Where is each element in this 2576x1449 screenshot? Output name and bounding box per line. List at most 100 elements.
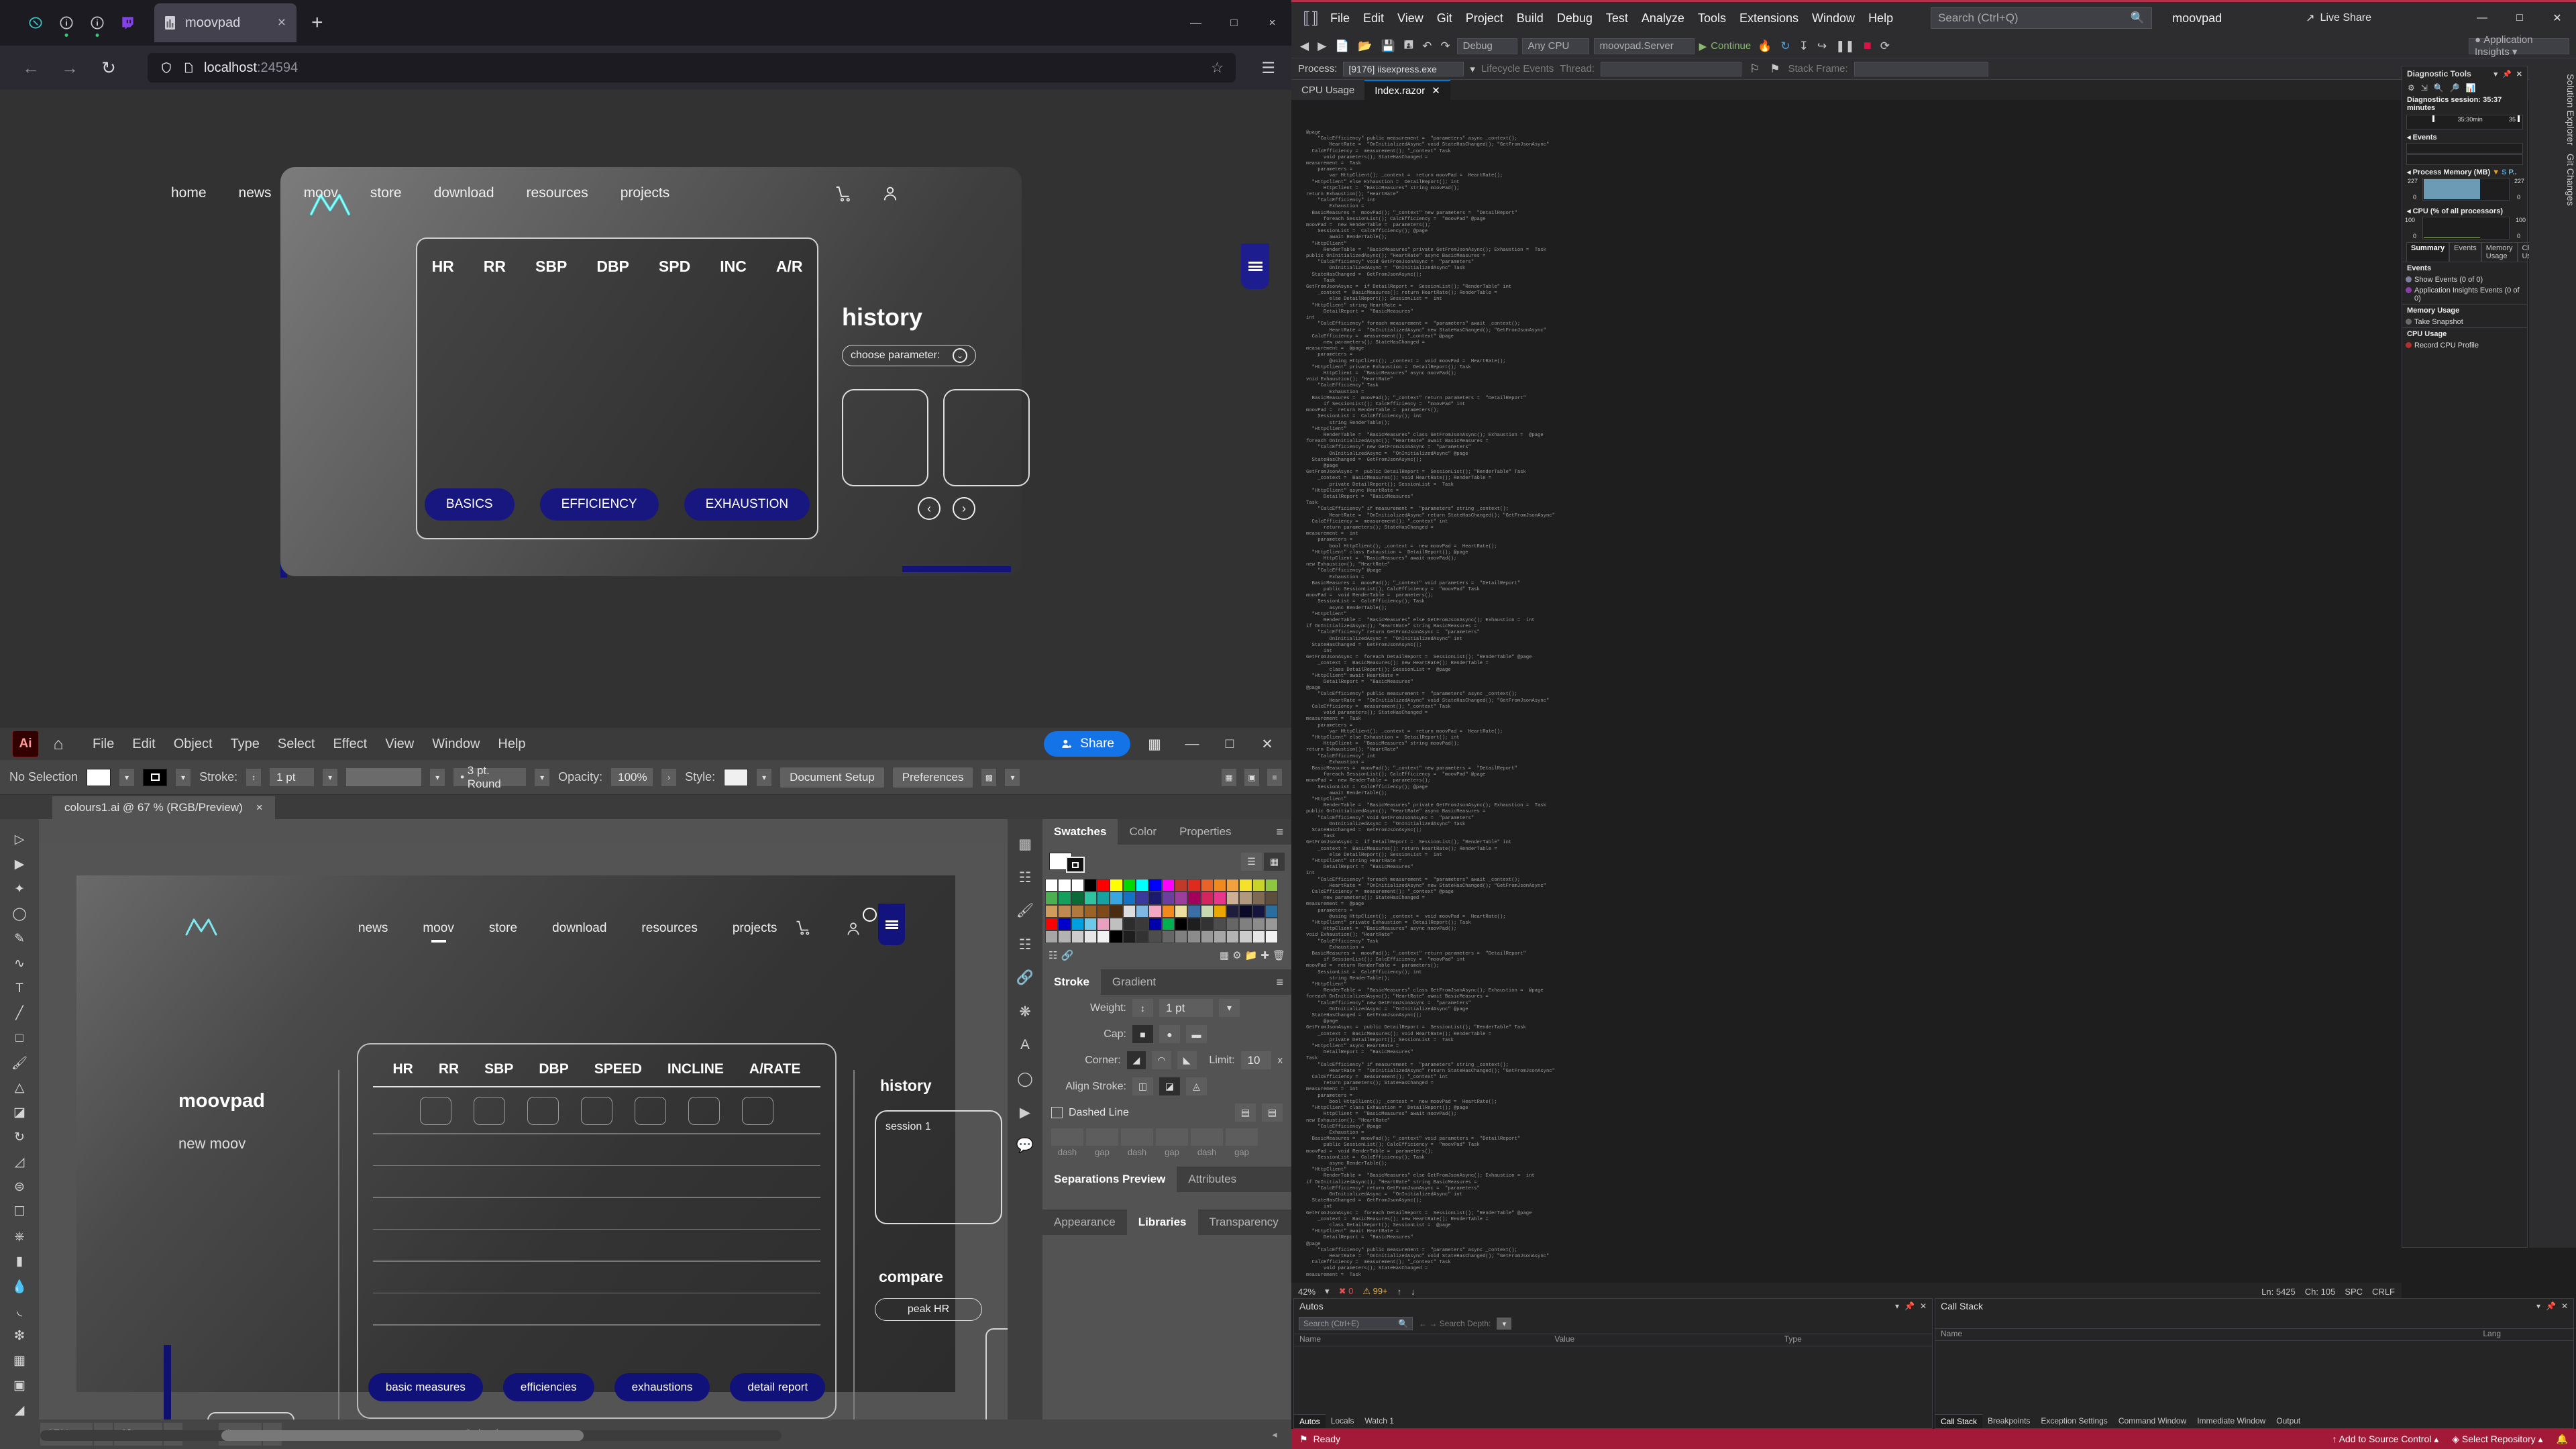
twitch-icon[interactable] — [119, 14, 137, 32]
application-insights-select[interactable]: ● Application Insights ▾ — [2469, 34, 2569, 58]
vs-maximize-button[interactable]: □ — [2501, 2, 2538, 34]
reload-icon[interactable]: ↻ — [94, 53, 123, 83]
tab-color[interactable]: Color — [1118, 819, 1168, 845]
browser-menu-icon[interactable]: ☰ — [1261, 59, 1275, 77]
stroke-dropdown-icon[interactable]: ▾ — [176, 768, 191, 786]
color-swatch[interactable] — [1265, 892, 1279, 905]
tool-curvature[interactable]: ∿ — [0, 951, 39, 976]
vs-tab-cpu-usage[interactable]: CPU Usage — [1291, 80, 1365, 100]
color-swatch[interactable] — [1122, 917, 1136, 931]
diag-tab-memory-usage[interactable]: Memory Usage — [2481, 242, 2518, 262]
color-swatch[interactable] — [1226, 892, 1240, 905]
efficiency-button[interactable]: EFFICIENCY — [539, 488, 659, 521]
vs-menu-debug[interactable]: Debug — [1557, 11, 1593, 25]
parameter-select[interactable]: choose parameter: ⌄ — [842, 345, 976, 366]
color-swatch[interactable] — [1148, 879, 1162, 892]
panel-icon-properties[interactable]: ▦ — [1008, 827, 1042, 861]
redo-icon[interactable]: ↷ — [1438, 40, 1452, 53]
scroll-left-icon[interactable]: ◂ — [1266, 1429, 1283, 1440]
panel-icon-brushes[interactable]: 🖌 — [1008, 894, 1042, 928]
restart-icon[interactable]: ↻ — [1778, 40, 1792, 53]
color-swatch[interactable] — [1174, 892, 1188, 905]
user-icon[interactable] — [881, 184, 900, 204]
tool-line[interactable]: ╱ — [0, 1001, 39, 1026]
tab-stroke[interactable]: Stroke — [1042, 969, 1101, 996]
tab-attributes[interactable]: Attributes — [1177, 1167, 1248, 1192]
autos-search-input[interactable]: Search (Ctrl+E) 🔍 — [1299, 1317, 1413, 1330]
tool-symbol-sprayer[interactable]: ❇ — [0, 1324, 39, 1348]
scrollbar-thumb[interactable] — [221, 1430, 584, 1441]
document-setup-button[interactable]: Document Setup — [780, 767, 884, 788]
tool-direct-selection[interactable]: ▶ — [0, 852, 39, 877]
color-swatch[interactable] — [1083, 917, 1097, 931]
cap-round-icon[interactable]: ● — [1159, 1025, 1180, 1044]
navigate-forward-icon[interactable]: ▶ — [1316, 40, 1328, 53]
color-swatch[interactable] — [1252, 879, 1266, 892]
select-repository-button[interactable]: ◈ Select Repository ▴ — [2452, 1434, 2542, 1445]
color-swatch[interactable] — [1239, 917, 1252, 931]
color-swatch[interactable] — [1187, 930, 1201, 944]
panel-icon-layers[interactable]: ☷ — [1008, 928, 1042, 961]
color-swatch[interactable] — [1239, 892, 1252, 905]
tab-swatches[interactable]: Swatches — [1042, 819, 1118, 845]
swatch-grid-view-icon[interactable]: ▦ — [1264, 852, 1285, 871]
color-swatch[interactable] — [1136, 930, 1149, 944]
error-count[interactable]: ✖ 0 — [1339, 1286, 1354, 1297]
color-swatch[interactable] — [1213, 917, 1227, 931]
close-button[interactable]: ✕ — [1254, 736, 1281, 753]
minimize-button[interactable]: — — [1177, 0, 1215, 46]
color-swatch[interactable] — [1265, 879, 1279, 892]
editor-eol-indicator[interactable]: CRLF — [2372, 1287, 2395, 1297]
share-button[interactable]: Share — [1044, 731, 1130, 757]
diagnostics-timeline[interactable]: 35:30min 35 — [2406, 115, 2523, 129]
vs-menu-project[interactable]: Project — [1466, 11, 1503, 25]
color-swatch[interactable] — [1083, 892, 1097, 905]
gap-field-1[interactable]: gap — [1086, 1128, 1118, 1157]
summary-item-app-insights[interactable]: Application Insights Events (0 of 0) — [2402, 285, 2527, 304]
color-swatch[interactable] — [1148, 930, 1162, 944]
vs-menu-analyze[interactable]: Analyze — [1642, 11, 1684, 25]
tool-rotate[interactable]: ↻ — [0, 1125, 39, 1150]
graphic-style-swatch[interactable] — [724, 768, 749, 786]
menu-effect[interactable]: Effect — [333, 737, 367, 752]
next-session-button[interactable]: › — [953, 497, 975, 520]
vs-tab-index-razor[interactable]: Index.razor ✕ — [1364, 80, 1450, 100]
stroke-panel-menu-icon[interactable]: ≡ — [1268, 969, 1291, 995]
hot-reload-icon[interactable]: 🔥 — [1756, 40, 1774, 53]
close-icon[interactable]: ✕ — [2561, 1301, 2568, 1311]
color-swatch[interactable] — [1226, 879, 1240, 892]
color-swatch[interactable] — [1161, 930, 1175, 944]
tool-type[interactable]: T — [0, 976, 39, 1001]
color-swatch[interactable] — [1252, 930, 1266, 944]
maximize-button[interactable]: □ — [1215, 0, 1253, 46]
color-swatch[interactable] — [1136, 879, 1149, 892]
pane-tab-autos[interactable]: Autos — [1294, 1414, 1326, 1428]
step-into-icon[interactable]: ↧ — [1797, 40, 1811, 53]
vs-menu-extensions[interactable]: Extensions — [1739, 11, 1799, 25]
color-swatch[interactable] — [1226, 917, 1240, 931]
settings-gear-icon[interactable]: ⚙ — [2408, 83, 2415, 93]
maximize-button[interactable]: □ — [1216, 736, 1243, 752]
summary-item-take-snapshot[interactable]: Take Snapshot — [2402, 317, 2527, 327]
panel-options-icon[interactable]: ≡ — [1267, 768, 1282, 786]
color-swatch[interactable] — [1174, 917, 1188, 931]
limit-input[interactable]: 10 — [1240, 1051, 1272, 1070]
color-swatch[interactable] — [1213, 892, 1227, 905]
color-swatch[interactable] — [1122, 904, 1136, 918]
color-swatch[interactable] — [1213, 904, 1227, 918]
menu-edit[interactable]: Edit — [132, 737, 155, 752]
color-swatch[interactable] — [1110, 892, 1123, 905]
gap-field-3[interactable]: gap — [1226, 1128, 1258, 1157]
prev-issue-icon[interactable]: ↑ — [1397, 1287, 1402, 1297]
tool-gradient[interactable]: ▮ — [0, 1249, 39, 1274]
notifications-icon[interactable]: 🔔 — [2557, 1434, 2568, 1445]
color-swatch[interactable] — [1239, 879, 1252, 892]
color-swatch[interactable] — [1252, 917, 1266, 931]
cart-icon[interactable] — [834, 184, 854, 204]
pane-tab-breakpoints[interactable]: Breakpoints — [1982, 1414, 2035, 1428]
tool-blend[interactable]: ◟ — [0, 1299, 39, 1324]
pane-tab-exception-settings[interactable]: Exception Settings — [2035, 1414, 2112, 1428]
tool-scale[interactable]: ◿ — [0, 1150, 39, 1175]
new-project-icon[interactable]: 📄 — [1333, 40, 1351, 53]
align-dropdown-icon[interactable]: ▾ — [1005, 768, 1020, 786]
